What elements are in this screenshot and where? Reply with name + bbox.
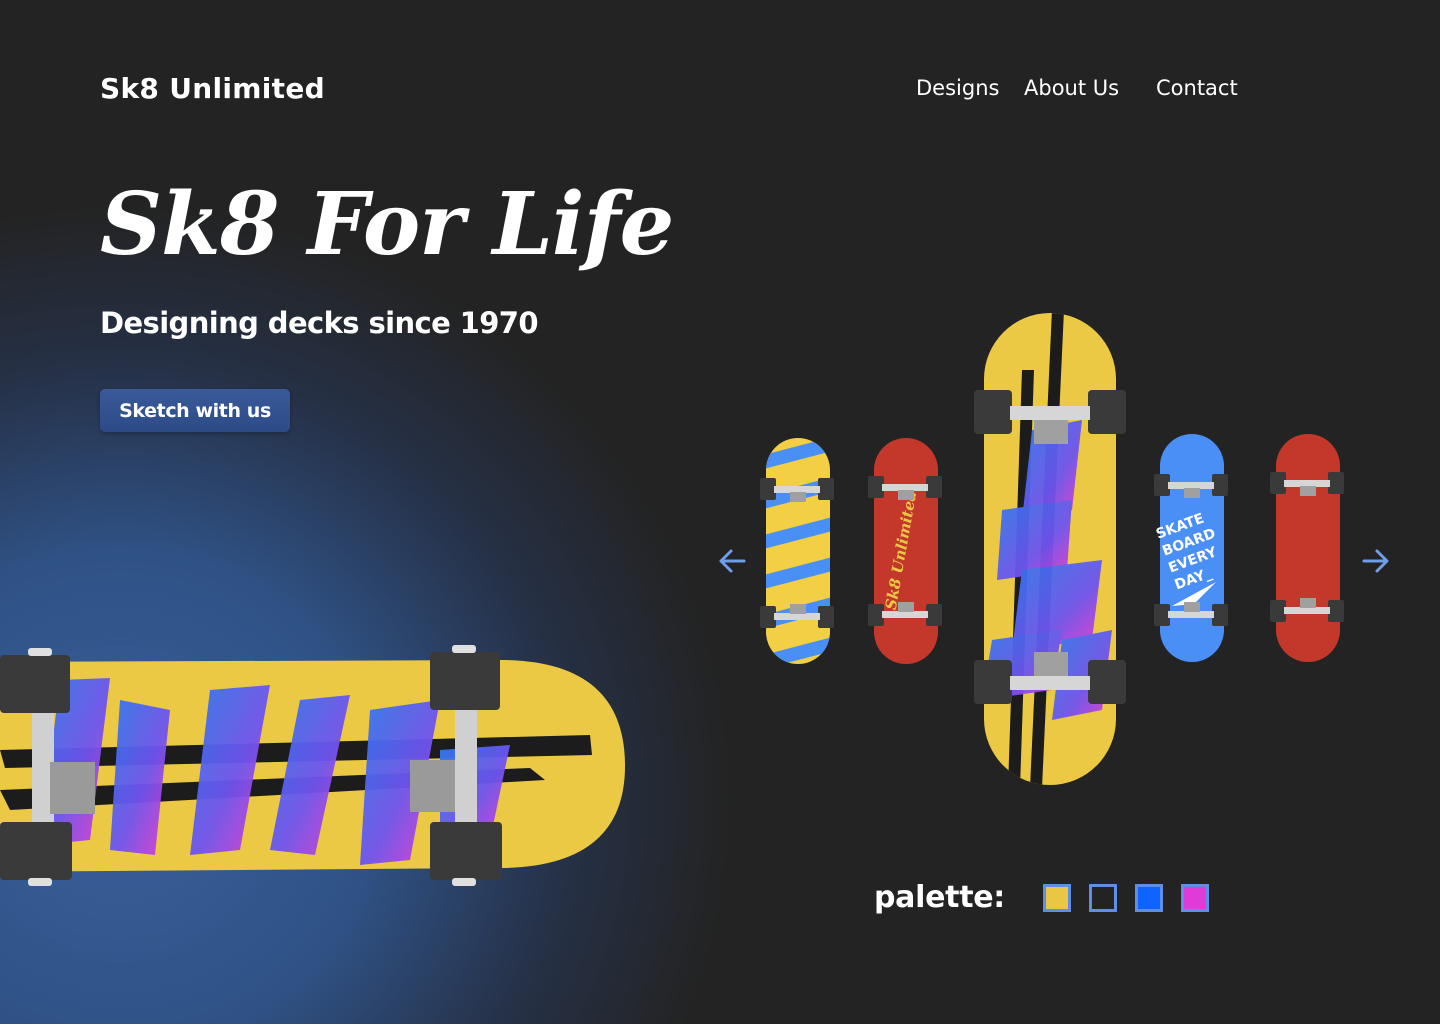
swatch-yellow[interactable] <box>1042 883 1071 912</box>
hero-title: Sk8 For Life <box>100 174 674 275</box>
swatch-blue[interactable] <box>1134 883 1163 912</box>
main-nav: Designs About Us Contact <box>0 76 1440 108</box>
deck-plain-red[interactable] <box>1270 432 1346 664</box>
arrow-right-icon[interactable] <box>1360 545 1392 577</box>
swatch-dark[interactable] <box>1088 883 1117 912</box>
sketch-with-us-button[interactable]: Sketch with us <box>100 389 290 432</box>
hero-subtitle: Designing decks since 1970 <box>100 306 539 340</box>
palette-label: palette: <box>874 880 1005 915</box>
deck-carousel: Sk8 Unlimited SKATE BOARD EVERY DAY_ <box>700 300 1440 800</box>
nav-about-us[interactable]: About Us <box>1024 76 1119 100</box>
nav-designs[interactable]: Designs <box>916 76 999 100</box>
deck-skate-graffiti[interactable] <box>972 310 1128 788</box>
arrow-left-icon[interactable] <box>716 545 748 577</box>
featured-skateboard <box>0 645 625 886</box>
deck-skateboard-every-day[interactable]: SKATEBOARDEVERYDAY_ <box>1154 432 1230 664</box>
palette: palette: <box>874 880 1227 915</box>
deck-sk8-unlimited[interactable]: Sk8 Unlimited <box>868 436 944 666</box>
nav-contact[interactable]: Contact <box>1156 76 1238 100</box>
deck-striped[interactable] <box>760 436 836 666</box>
swatch-magenta[interactable] <box>1180 883 1209 912</box>
